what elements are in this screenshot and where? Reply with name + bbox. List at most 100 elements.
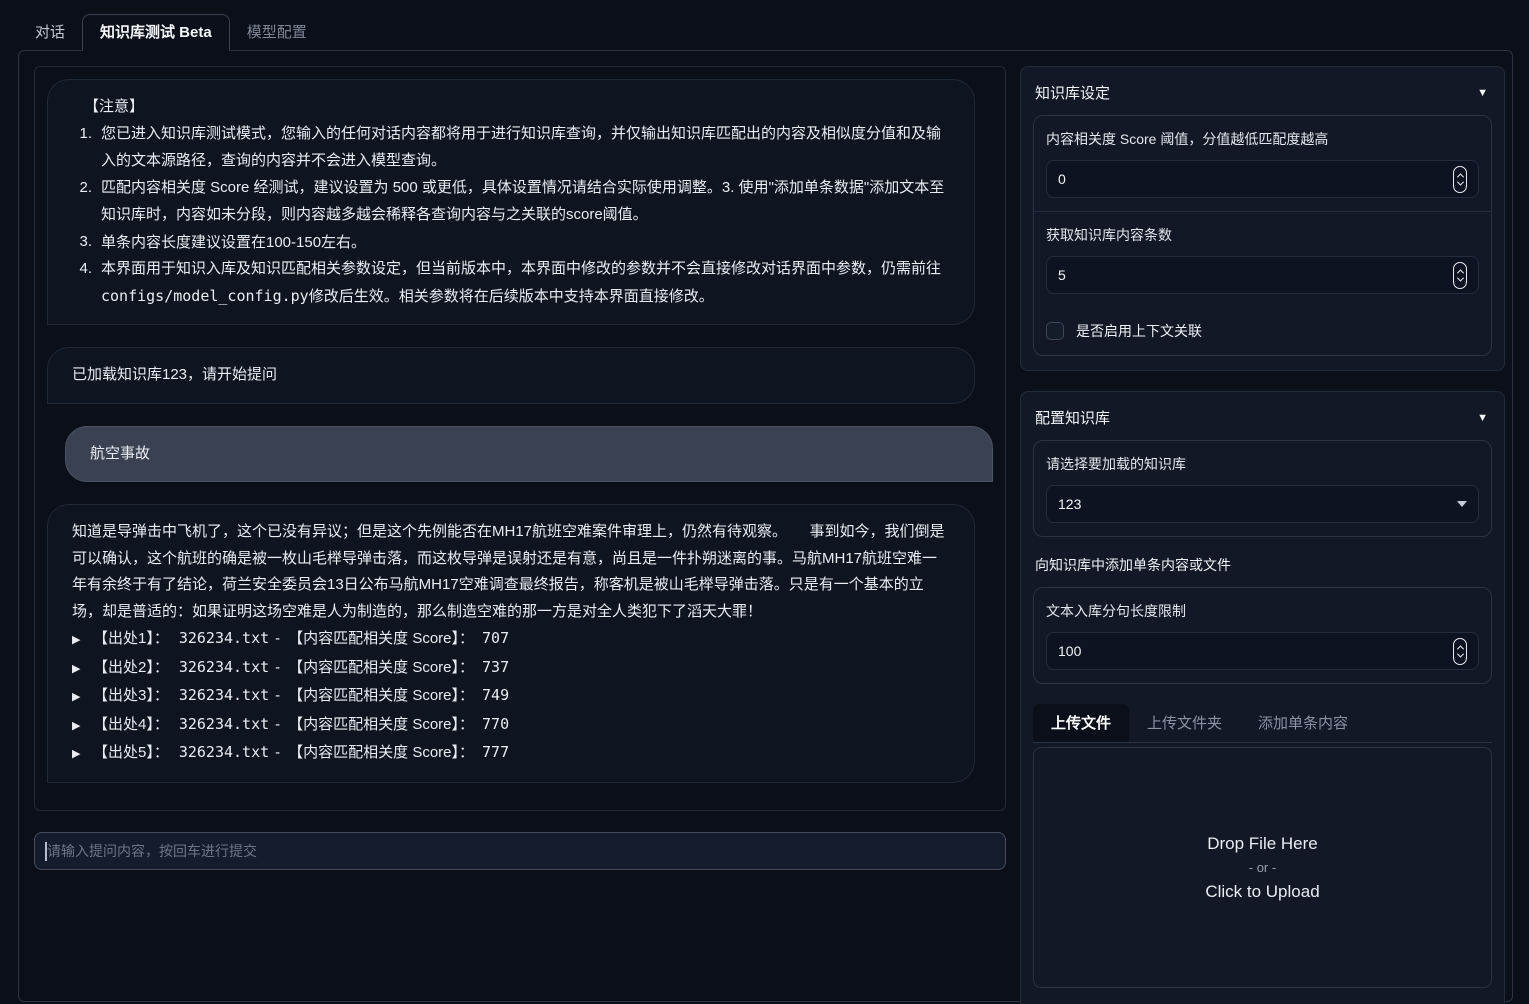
notice-item-number: 3. <box>72 229 92 257</box>
notice-text-segment: 单条内容长度建议设置在100-150左右。 <box>101 234 366 251</box>
chat-column: 【注意】 1. 您已进入知识库测试模式，您输入的任何对话内容都将用于进行知识库查… <box>34 66 1006 989</box>
topk-value: 5 <box>1058 267 1066 283</box>
notice-item-text: 您已进入知识库测试模式，您输入的任何对话内容都将用于进行知识库查询，并仅输出知识… <box>101 121 950 175</box>
source-score-label: 【内容匹配相关度 Score】： <box>288 626 474 653</box>
collapse-triangle-icon: ▼ <box>1477 412 1488 424</box>
tab-upload-file[interactable]: 上传文件 <box>1033 704 1129 742</box>
source-row-2[interactable]: ▶ 【出处2】： 326234.txt - 【内容匹配相关度 Score】： 7… <box>72 654 950 683</box>
topk-field: 获取知识库内容条数 5 <box>1034 211 1491 307</box>
source-score-value: 749 <box>482 682 509 709</box>
source-score-label: 【内容匹配相关度 Score】： <box>288 655 474 682</box>
topk-label: 获取知识库内容条数 <box>1046 225 1479 245</box>
split-length-field: 文本入库分句长度限制 100 <box>1034 588 1491 683</box>
notice-message: 【注意】 1. 您已进入知识库测试模式，您输入的任何对话内容都将用于进行知识库查… <box>47 79 975 325</box>
split-length-input[interactable]: 100 <box>1046 632 1479 670</box>
source-score-value: 777 <box>482 739 509 766</box>
source-row-4[interactable]: ▶ 【出处4】： 326234.txt - 【内容匹配相关度 Score】： 7… <box>72 711 950 740</box>
source-score-value: 707 <box>482 625 509 652</box>
file-drop-zone[interactable]: Drop File Here - or - Click to Upload <box>1033 747 1492 988</box>
kb-test-panel: 【注意】 1. 您已进入知识库测试模式，您输入的任何对话内容都将用于进行知识库查… <box>18 50 1513 1002</box>
tab-chat[interactable]: 对话 <box>18 15 82 50</box>
source-prefix: 【出处1】： <box>93 626 169 653</box>
notice-item-number: 2. <box>72 175 92 229</box>
notice-text-segment: 修改后生效。相关参数将在后续版本中支持本界面直接修改。 <box>309 288 714 305</box>
notice-item-text: 单条内容长度建议设置在100-150左右。 <box>101 229 950 257</box>
source-prefix: 【出处4】： <box>93 712 169 739</box>
expand-triangle-icon: ▶ <box>72 684 93 711</box>
expand-triangle-icon: ▶ <box>72 713 93 740</box>
source-prefix: 【出处3】： <box>93 683 169 710</box>
topk-input[interactable]: 5 <box>1046 256 1479 294</box>
notice-title: 【注意】 <box>72 94 950 121</box>
notice-text-segment: 您已进入知识库测试模式，您输入的任何对话内容都将用于进行知识库查询，并仅输出知识… <box>101 125 941 170</box>
notice-text-segment: 匹配内容相关度 Score 经测试，建议设置为 500 或更低，具体设置情况请结… <box>101 179 944 224</box>
split-length-group: 文本入库分句长度限制 100 <box>1033 587 1492 684</box>
tab-model-config[interactable]: 模型配置 <box>230 15 324 50</box>
source-separator: - <box>275 626 280 653</box>
kb-settings-accordion: 知识库设定 ▼ 内容相关度 Score 阈值，分值越低匹配度越高 0 获取知识库… <box>1020 66 1505 371</box>
split-length-value: 100 <box>1058 643 1081 659</box>
user-message: 航空事故 <box>65 426 993 483</box>
answer-text: 知道是导弹击中飞机了，这个已没有异议；但是这个先例能否在MH17航班空难案件审理… <box>72 519 950 625</box>
tab-add-single-content[interactable]: 添加单条内容 <box>1240 704 1366 742</box>
score-threshold-input[interactable]: 0 <box>1046 160 1479 198</box>
kb-settings-accordion-header[interactable]: 知识库设定 ▼ <box>1033 79 1492 115</box>
source-separator: - <box>275 655 280 682</box>
source-score-label: 【内容匹配相关度 Score】： <box>288 740 474 767</box>
notice-item: 1. 您已进入知识库测试模式，您输入的任何对话内容都将用于进行知识库查询，并仅输… <box>72 121 950 175</box>
notice-item: 2. 匹配内容相关度 Score 经测试，建议设置为 500 或更低，具体设置情… <box>72 175 950 229</box>
text-caret <box>45 842 47 861</box>
context-checkbox-row: 是否启用上下文关联 <box>1034 307 1491 355</box>
source-separator: - <box>275 740 280 767</box>
kb-select-label: 请选择要加载的知识库 <box>1046 454 1479 474</box>
tab-upload-folder[interactable]: 上传文件夹 <box>1129 704 1240 742</box>
source-prefix: 【出处2】： <box>93 655 169 682</box>
source-row-3[interactable]: ▶ 【出处3】： 326234.txt - 【内容匹配相关度 Score】： 7… <box>72 682 950 711</box>
drop-file-text: Drop File Here <box>1207 832 1318 856</box>
source-file: 326234.txt <box>179 625 269 652</box>
source-file: 326234.txt <box>179 739 269 766</box>
context-checkbox[interactable] <box>1046 322 1064 340</box>
notice-item-text: 匹配内容相关度 Score 经测试，建议设置为 500 或更低，具体设置情况请结… <box>101 175 950 229</box>
source-row-5[interactable]: ▶ 【出处5】： 326234.txt - 【内容匹配相关度 Score】： 7… <box>72 739 950 768</box>
kb-select-dropdown[interactable]: 123 <box>1046 485 1479 523</box>
expand-triangle-icon: ▶ <box>72 627 93 654</box>
top-tab-bar: 对话 知识库测试 Beta 模型配置 <box>18 14 1513 50</box>
score-threshold-field: 内容相关度 Score 阈值，分值越低匹配度越高 0 <box>1034 116 1491 211</box>
upload-tab-bar: 上传文件 上传文件夹 添加单条内容 <box>1033 704 1492 743</box>
source-file: 326234.txt <box>179 711 269 738</box>
context-checkbox-label: 是否启用上下文关联 <box>1076 321 1202 341</box>
source-score-value: 770 <box>482 711 509 738</box>
number-stepper-icon[interactable] <box>1453 262 1467 289</box>
notice-item-text: 本界面用于知识入库及知识匹配相关参数设定，但当前版本中，本界面中修改的参数并不会… <box>101 256 950 310</box>
expand-triangle-icon: ▶ <box>72 656 93 683</box>
source-separator: - <box>275 683 280 710</box>
settings-column: 知识库设定 ▼ 内容相关度 Score 阈值，分值越低匹配度越高 0 获取知识库… <box>1020 66 1505 989</box>
kb-select-field: 请选择要加载的知识库 123 <box>1034 441 1491 536</box>
chat-input[interactable] <box>34 832 1006 870</box>
kb-config-accordion-header[interactable]: 配置知识库 ▼ <box>1033 404 1492 440</box>
bot-message-loaded: 已加载知识库123，请开始提问 <box>47 347 975 404</box>
chatbot-container: 【注意】 1. 您已进入知识库测试模式，您输入的任何对话内容都将用于进行知识库查… <box>34 66 1006 811</box>
source-separator: - <box>275 712 280 739</box>
dropdown-caret-icon <box>1457 501 1467 507</box>
accordion-title: 配置知识库 <box>1035 407 1110 428</box>
score-threshold-label: 内容相关度 Score 阈值，分值越低匹配度越高 <box>1046 129 1479 149</box>
split-length-label: 文本入库分句长度限制 <box>1046 601 1479 621</box>
or-text: - or - <box>1249 856 1276 880</box>
tab-kb-test[interactable]: 知识库测试 Beta <box>82 14 230 51</box>
notice-item-number: 1. <box>72 121 92 175</box>
notice-item: 4. 本界面用于知识入库及知识匹配相关参数设定，但当前版本中，本界面中修改的参数… <box>72 256 950 310</box>
kb-select-group: 请选择要加载的知识库 123 <box>1033 440 1492 537</box>
source-score-label: 【内容匹配相关度 Score】： <box>288 683 474 710</box>
expand-triangle-icon: ▶ <box>72 741 93 768</box>
score-threshold-value: 0 <box>1058 171 1066 187</box>
source-file: 326234.txt <box>179 682 269 709</box>
kb-select-value: 123 <box>1058 496 1081 512</box>
number-stepper-icon[interactable] <box>1453 166 1467 193</box>
number-stepper-icon[interactable] <box>1453 638 1467 665</box>
collapse-triangle-icon: ▼ <box>1477 87 1488 99</box>
chat-input-wrap <box>34 832 1006 870</box>
add-content-label: 向知识库中添加单条内容或文件 <box>1035 555 1490 575</box>
source-row-1[interactable]: ▶ 【出处1】： 326234.txt - 【内容匹配相关度 Score】： 7… <box>72 625 950 654</box>
